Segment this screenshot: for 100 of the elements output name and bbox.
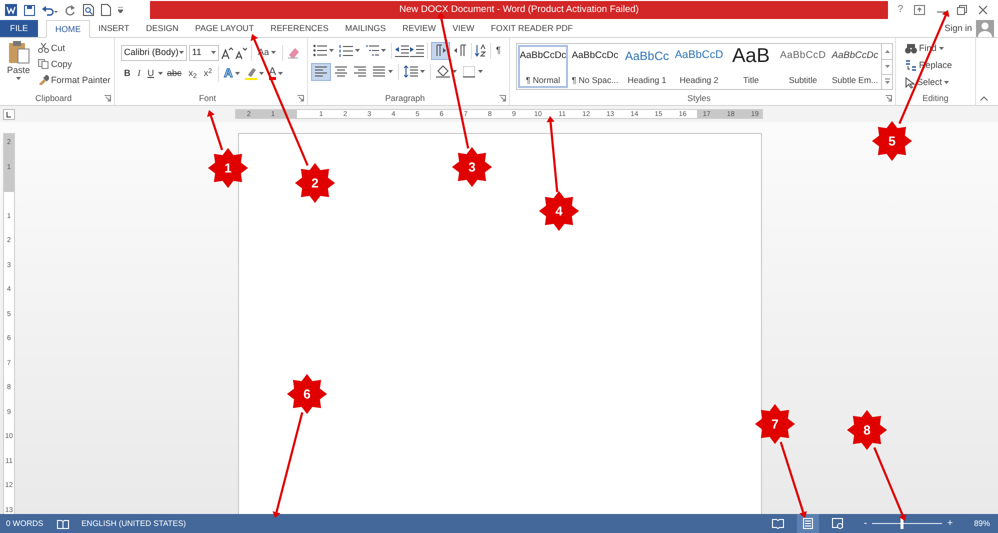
print-view-button[interactable] — [796, 514, 819, 533]
increase-indent-icon[interactable] — [410, 44, 424, 56]
decrease-indent-icon[interactable] — [395, 44, 409, 56]
align-justify-icon — [372, 65, 386, 78]
replace-icon — [905, 60, 917, 71]
shrink-font-icon[interactable] — [235, 46, 247, 58]
numbered-callout: 7 — [755, 404, 795, 444]
zoom-in-button[interactable]: + — [944, 518, 956, 528]
language-indicator[interactable]: ENGLISH (UNITED STATES) — [81, 518, 186, 528]
dialog-launcher-icon[interactable] — [885, 95, 892, 102]
caret-icon[interactable] — [420, 70, 425, 73]
bullets-icon — [313, 44, 327, 57]
cursor-icon — [905, 76, 915, 88]
caret-icon[interactable] — [388, 70, 393, 73]
ribbon-display-icon[interactable] — [914, 5, 926, 15]
multilevel-list-icon — [365, 44, 379, 57]
align-left-button[interactable] — [311, 62, 331, 80]
caret-icon[interactable] — [234, 72, 240, 75]
ribbon-tab[interactable]: FOXIT READER PDF — [482, 20, 582, 37]
ribbon-tab[interactable]: DESIGN — [138, 20, 187, 37]
group-label: Styles — [686, 93, 712, 104]
caret-icon[interactable] — [278, 72, 284, 75]
close-icon[interactable] — [978, 5, 988, 15]
line-spacing-button[interactable] — [402, 62, 427, 80]
caret-icon[interactable] — [381, 49, 386, 52]
file-menu-tab[interactable]: FILE — [0, 20, 38, 37]
print-preview-icon[interactable] — [83, 4, 94, 16]
strikethrough-button[interactable]: abc — [164, 64, 185, 82]
caret-icon[interactable] — [158, 72, 163, 75]
dialog-launcher-icon[interactable] — [499, 95, 506, 102]
caret-icon[interactable] — [16, 76, 21, 80]
caret-icon[interactable] — [329, 49, 334, 52]
ribbon-tab[interactable]: REFERENCES — [262, 20, 337, 37]
ribbon-tab[interactable]: HOME — [46, 20, 90, 38]
ribbon-tab[interactable]: PAGE LAYOUT — [186, 20, 262, 37]
align-right-icon — [353, 65, 367, 78]
restore-icon[interactable] — [957, 5, 968, 15]
ltr-icon — [434, 44, 447, 57]
copy-icon[interactable] — [38, 59, 50, 69]
ribbon-tab[interactable]: MAILINGS — [336, 20, 394, 37]
binoculars-icon — [905, 44, 917, 54]
word-count[interactable]: 0 WORDS — [6, 518, 44, 528]
group-label: Paragraph — [384, 93, 426, 104]
caret-icon[interactable] — [211, 51, 216, 54]
group-label: Clipboard — [34, 93, 73, 104]
word-logo-icon[interactable] — [5, 4, 17, 16]
caret-icon[interactable] — [355, 49, 360, 52]
read-view-icon — [772, 518, 784, 529]
help-button[interactable]: ? — [898, 4, 904, 16]
dialog-launcher-icon[interactable] — [297, 95, 304, 102]
zoom-out-button[interactable]: - — [860, 518, 870, 528]
caret-icon[interactable] — [271, 51, 276, 54]
font-size-field[interactable]: 11 — [189, 44, 219, 60]
slider-thumb[interactable] — [900, 518, 904, 529]
caret-icon[interactable] — [478, 70, 483, 73]
align-left-icon — [314, 65, 328, 78]
shading-button[interactable] — [434, 62, 459, 80]
zoom-level[interactable]: 89% — [974, 518, 990, 528]
show-marks-button[interactable]: ¶ — [494, 42, 503, 60]
proofing-icon[interactable] — [57, 518, 70, 528]
tab-selector-icon[interactable] — [3, 108, 15, 120]
caret-icon[interactable] — [944, 81, 950, 84]
bold-button[interactable]: B — [121, 64, 134, 82]
ribbon-tab[interactable]: INSERT — [90, 20, 138, 37]
italic-button[interactable]: I — [134, 64, 144, 82]
caret-icon[interactable] — [938, 47, 944, 50]
font-name-field[interactable]: Calibri (Body) — [121, 44, 187, 60]
sort-icon[interactable] — [475, 44, 487, 57]
grow-font-icon[interactable] — [221, 46, 233, 58]
caret-icon[interactable] — [179, 51, 184, 54]
underline-button[interactable]: U — [144, 64, 157, 82]
copy-button[interactable]: Copy — [36, 56, 113, 72]
select-button[interactable]: Select — [903, 74, 972, 91]
format-painter-button[interactable]: Format Painter — [36, 72, 113, 88]
caret-icon[interactable] — [258, 72, 264, 75]
script-button[interactable]: x$_{2}$ — [186, 64, 200, 82]
sign-in-link[interactable]: Sign in — [944, 23, 972, 34]
avatar-icon[interactable] — [976, 20, 994, 37]
ribbon-tab[interactable]: VIEW — [444, 20, 483, 37]
new-document-icon[interactable] — [101, 4, 111, 16]
script-button[interactable]: x$^{2}$ — [200, 64, 216, 82]
cut-button[interactable]: Cut — [36, 40, 113, 56]
clipboard-icon[interactable] — [8, 40, 30, 64]
numbered-callout: 3 — [452, 147, 492, 187]
redo-icon[interactable] — [65, 4, 76, 16]
pointer-arrow — [207, 110, 224, 150]
paste-button[interactable]: Paste — [3, 40, 34, 90]
ribbon-tab[interactable]: REVIEW — [394, 20, 444, 37]
caret-icon[interactable] — [452, 70, 457, 73]
scissors-icon[interactable] — [38, 43, 50, 53]
numbered-callout: 2 — [295, 163, 335, 203]
paintbrush-icon[interactable] — [38, 75, 50, 85]
customize-caret-icon[interactable] — [118, 7, 123, 13]
collapse-ribbon-icon[interactable] — [980, 96, 988, 101]
style-option[interactable]: AaBbCcDc ¶ Normal — [517, 44, 569, 89]
numbering-icon — [339, 44, 353, 57]
dialog-launcher-icon[interactable] — [104, 95, 111, 102]
undo-icon[interactable] — [42, 4, 58, 16]
borders-icon — [462, 65, 476, 78]
save-icon[interactable] — [24, 4, 35, 16]
